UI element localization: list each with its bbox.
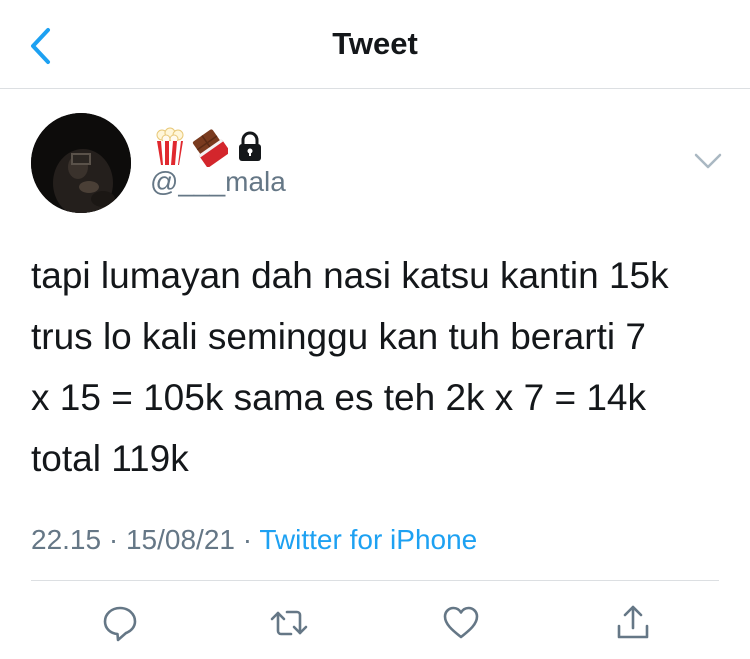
retweet-button[interactable] (268, 602, 310, 644)
reply-button[interactable] (99, 602, 141, 644)
lock-icon (232, 127, 268, 167)
author-handle[interactable]: @___mala (150, 164, 286, 200)
more-options-button[interactable] (690, 146, 726, 176)
navigation-bar: Tweet (0, 0, 750, 88)
meta-separator: · (242, 524, 253, 555)
tweet-detail-screen: Tweet @___mala tapi lumayan dah nasi kat… (0, 0, 750, 659)
display-name[interactable] (152, 127, 268, 167)
share-button[interactable] (612, 602, 654, 644)
avatar[interactable] (31, 113, 131, 213)
retweet-icon (270, 610, 308, 636)
reply-icon (103, 606, 137, 642)
popcorn-icon (152, 127, 188, 167)
tweet-metadata: 22.15 · 15/08/21 · Twitter for iPhone (31, 520, 477, 560)
chocolate-bar-icon (192, 127, 228, 167)
tweet-text-line: x 15 = 105k sama es teh 2k x 7 = 14k (31, 377, 646, 418)
tweet-text-line: tapi lumayan dah nasi katsu kantin 15k (31, 255, 669, 296)
share-icon (617, 605, 649, 639)
chevron-down-icon (694, 153, 722, 169)
tweet-text-line: total 119k (31, 438, 189, 479)
heart-icon (443, 606, 479, 639)
tweet-time: 22.15 (31, 524, 102, 555)
tweet-date: 15/08/21 (125, 524, 235, 555)
tweet-source-link[interactable]: Twitter for iPhone (259, 524, 477, 555)
like-button[interactable] (440, 602, 482, 644)
tweet-text-line: trus lo kali seminggu kan tuh berarti 7 (31, 316, 646, 357)
actions-divider (31, 580, 719, 581)
page-title: Tweet (332, 26, 418, 61)
meta-separator: · (108, 524, 119, 555)
header-divider (0, 88, 750, 89)
tweet-text: tapi lumayan dah nasi katsu kantin 15k t… (31, 245, 731, 489)
